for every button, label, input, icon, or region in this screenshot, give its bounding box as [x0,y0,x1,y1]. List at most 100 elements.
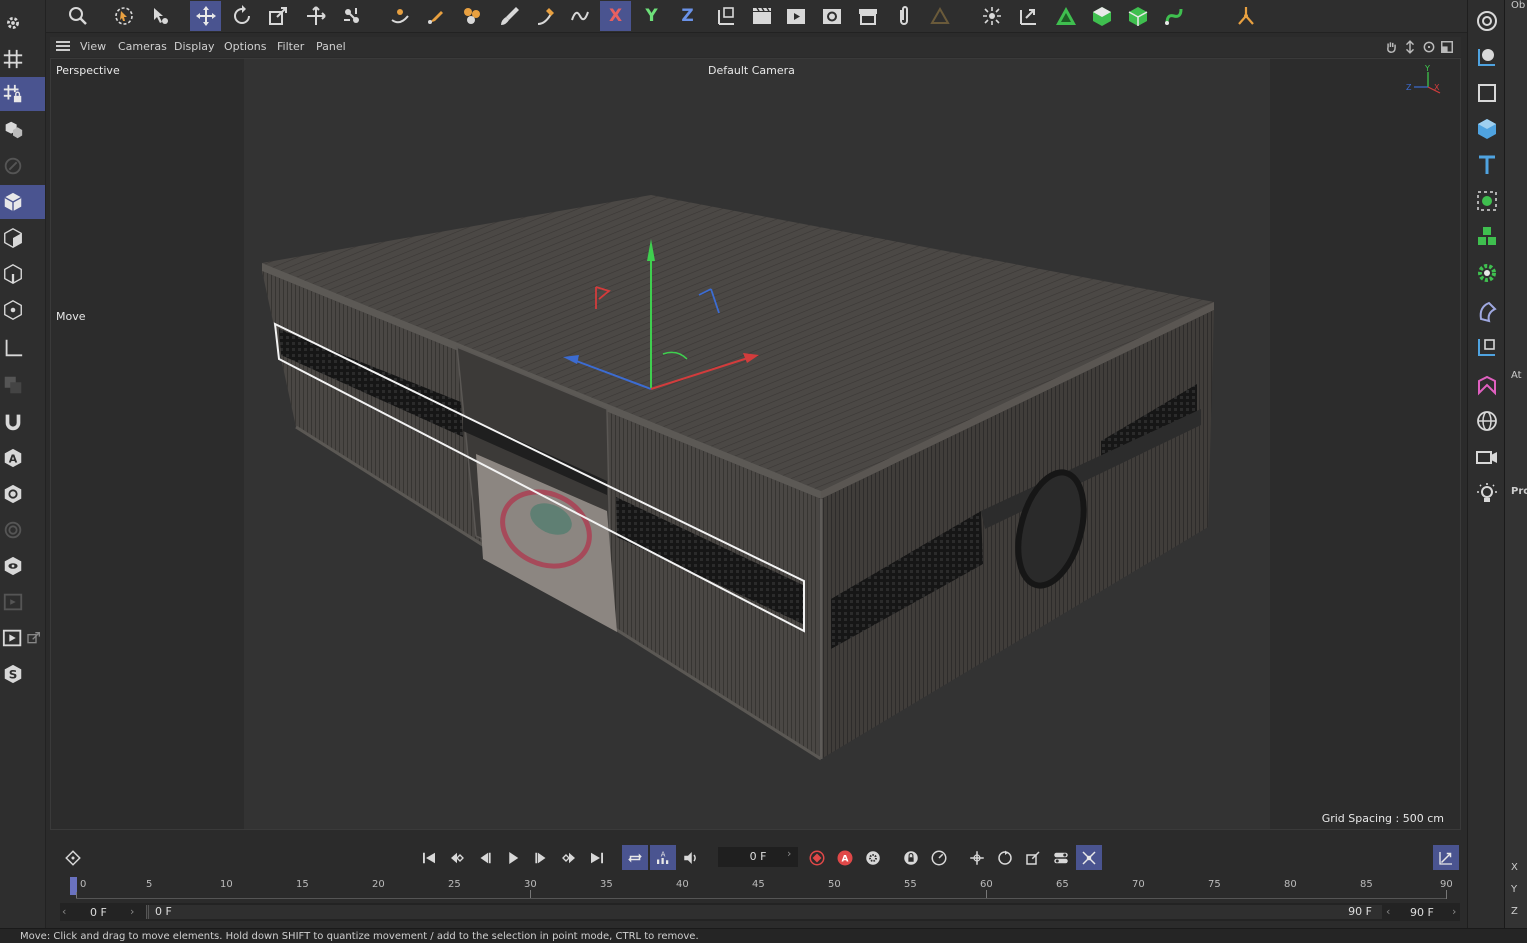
menu-cameras[interactable]: Cameras [118,40,167,53]
camera-object-button[interactable] [1471,440,1502,474]
current-frame-field[interactable]: 0 F [718,847,798,867]
z-axis-lock-button[interactable]: Z [672,1,703,31]
scale-key-button[interactable] [1020,845,1046,870]
render-region-button[interactable] [0,585,45,619]
cube-object-button[interactable] [1122,1,1153,31]
position-key-button[interactable] [964,845,990,870]
paint-button[interactable] [456,1,487,31]
search-button[interactable] [62,1,93,31]
previous-key-button[interactable] [444,845,470,870]
render-view-button[interactable] [746,1,777,31]
range-end-decrement[interactable]: ‹ [1386,905,1390,918]
render-settings-button[interactable] [816,1,847,31]
effector-button[interactable] [1471,256,1502,290]
objects-tab-label[interactable]: Ob [1511,0,1525,11]
keyframe-settings-button[interactable] [860,845,886,870]
camera-corner-button[interactable] [1471,40,1502,74]
orbit-icon[interactable] [1422,40,1436,54]
menu-options[interactable]: Options [224,40,266,53]
point-level-animation-button[interactable] [1076,845,1102,870]
range-start-decrement[interactable]: ‹ [62,905,66,918]
spline-pen-button[interactable] [530,1,561,31]
scene-render[interactable]: Y Z X [51,59,1461,830]
grid-mode-button[interactable] [0,42,45,76]
record-button[interactable] [804,845,830,870]
go-to-start-button[interactable] [416,845,442,870]
texture-mode-button[interactable] [0,149,45,183]
cube-primitive-button[interactable] [1471,112,1502,146]
y-axis-lock-button[interactable]: Y [636,1,667,31]
uv-mode-button[interactable] [0,293,45,327]
target-dim-button[interactable] [0,513,45,547]
dolly-arrows-icon[interactable] [1403,40,1417,54]
previous-frame-button[interactable] [472,845,498,870]
attributes-tab-label[interactable]: At [1511,370,1522,381]
x-axis-lock-button[interactable]: X [600,1,631,31]
field-button[interactable] [1471,330,1502,364]
timeline-ruler[interactable]: 0 5 10 15 20 25 30 35 40 45 50 55 60 65 … [70,875,1465,899]
move-tool-button[interactable] [190,1,221,31]
plane-object-button[interactable] [1471,76,1502,110]
range-max-field[interactable]: 90 F [1410,906,1434,919]
spline-sketch-button[interactable] [564,1,595,31]
timeline-window-button[interactable] [1433,845,1459,870]
axis-mode-button[interactable] [0,331,45,365]
range-end-increment[interactable]: › [1452,905,1456,918]
cloner-button[interactable] [1471,220,1502,254]
interactive-render-button[interactable] [0,621,45,655]
autokey-button[interactable]: A [832,845,858,870]
next-frame-button[interactable] [528,845,554,870]
settings-hex-button[interactable] [0,477,45,511]
3d-viewport[interactable]: Y Z X Perspective Default Camera Move Gr… [50,58,1461,830]
edge-mode-button[interactable] [0,221,45,255]
camera-label[interactable]: Default Camera [708,64,795,77]
menu-filter[interactable]: Filter [277,40,304,53]
menu-view[interactable]: View [80,40,106,53]
settings-mode-button[interactable] [0,6,45,40]
menu-display[interactable]: Display [174,40,215,53]
polygon-pen-button[interactable] [924,1,955,31]
script-mode-button[interactable]: S [0,657,45,691]
render-queue-button[interactable] [852,1,883,31]
point-mode-button[interactable] [0,257,45,291]
pan-hand-icon[interactable] [1384,40,1398,54]
spline-object-button[interactable] [1158,1,1189,31]
live-selection-button[interactable] [108,1,139,31]
knife-button[interactable] [420,1,451,31]
key-lock-button[interactable] [898,845,924,870]
polygon-object-button[interactable] [1050,1,1081,31]
parameter-key-button[interactable] [1048,845,1074,870]
placement-tool-button[interactable] [336,1,367,31]
coordinate-system-button[interactable] [710,1,741,31]
frame-range-bar[interactable]: ‹ 0 F › 0 F 90 F ‹ 90 F › [60,903,1460,921]
workplane-button[interactable] [1012,1,1043,31]
model-mode-button[interactable] [0,113,45,147]
mograph-button[interactable] [1471,368,1502,402]
range-start-increment[interactable]: › [130,905,134,918]
go-to-end-button[interactable] [584,845,610,870]
polygon-mode-button[interactable] [0,185,45,219]
animation-mode-button[interactable]: A [650,845,676,870]
range-slider[interactable]: 0 F 90 F [146,905,1382,919]
solo-mode-button[interactable] [0,368,45,402]
snap-magnet-button[interactable] [0,405,45,439]
environment-button[interactable] [1471,404,1502,438]
rotate-tool-button[interactable] [226,1,257,31]
range-start-field[interactable]: 0 F [90,906,107,919]
scale-tool-button[interactable] [262,1,293,31]
scene-motion-button[interactable] [926,845,952,870]
generator-button[interactable] [1471,184,1502,218]
hamburger-menu-icon[interactable] [56,41,70,51]
attach-button[interactable] [888,1,919,31]
transform-tool-button[interactable] [300,1,331,31]
text-object-button[interactable] [1471,148,1502,182]
visibility-hex-button[interactable] [0,549,45,583]
deformer-button[interactable] [1471,294,1502,328]
snapping-button[interactable] [976,1,1007,31]
null-object-button[interactable] [1471,4,1502,38]
render-to-picture-viewer-button[interactable] [780,1,811,31]
auto-keying-mode-button[interactable]: A [0,441,45,475]
next-key-button[interactable] [556,845,582,870]
brush-button[interactable] [494,1,525,31]
joint-button[interactable] [1230,1,1261,31]
